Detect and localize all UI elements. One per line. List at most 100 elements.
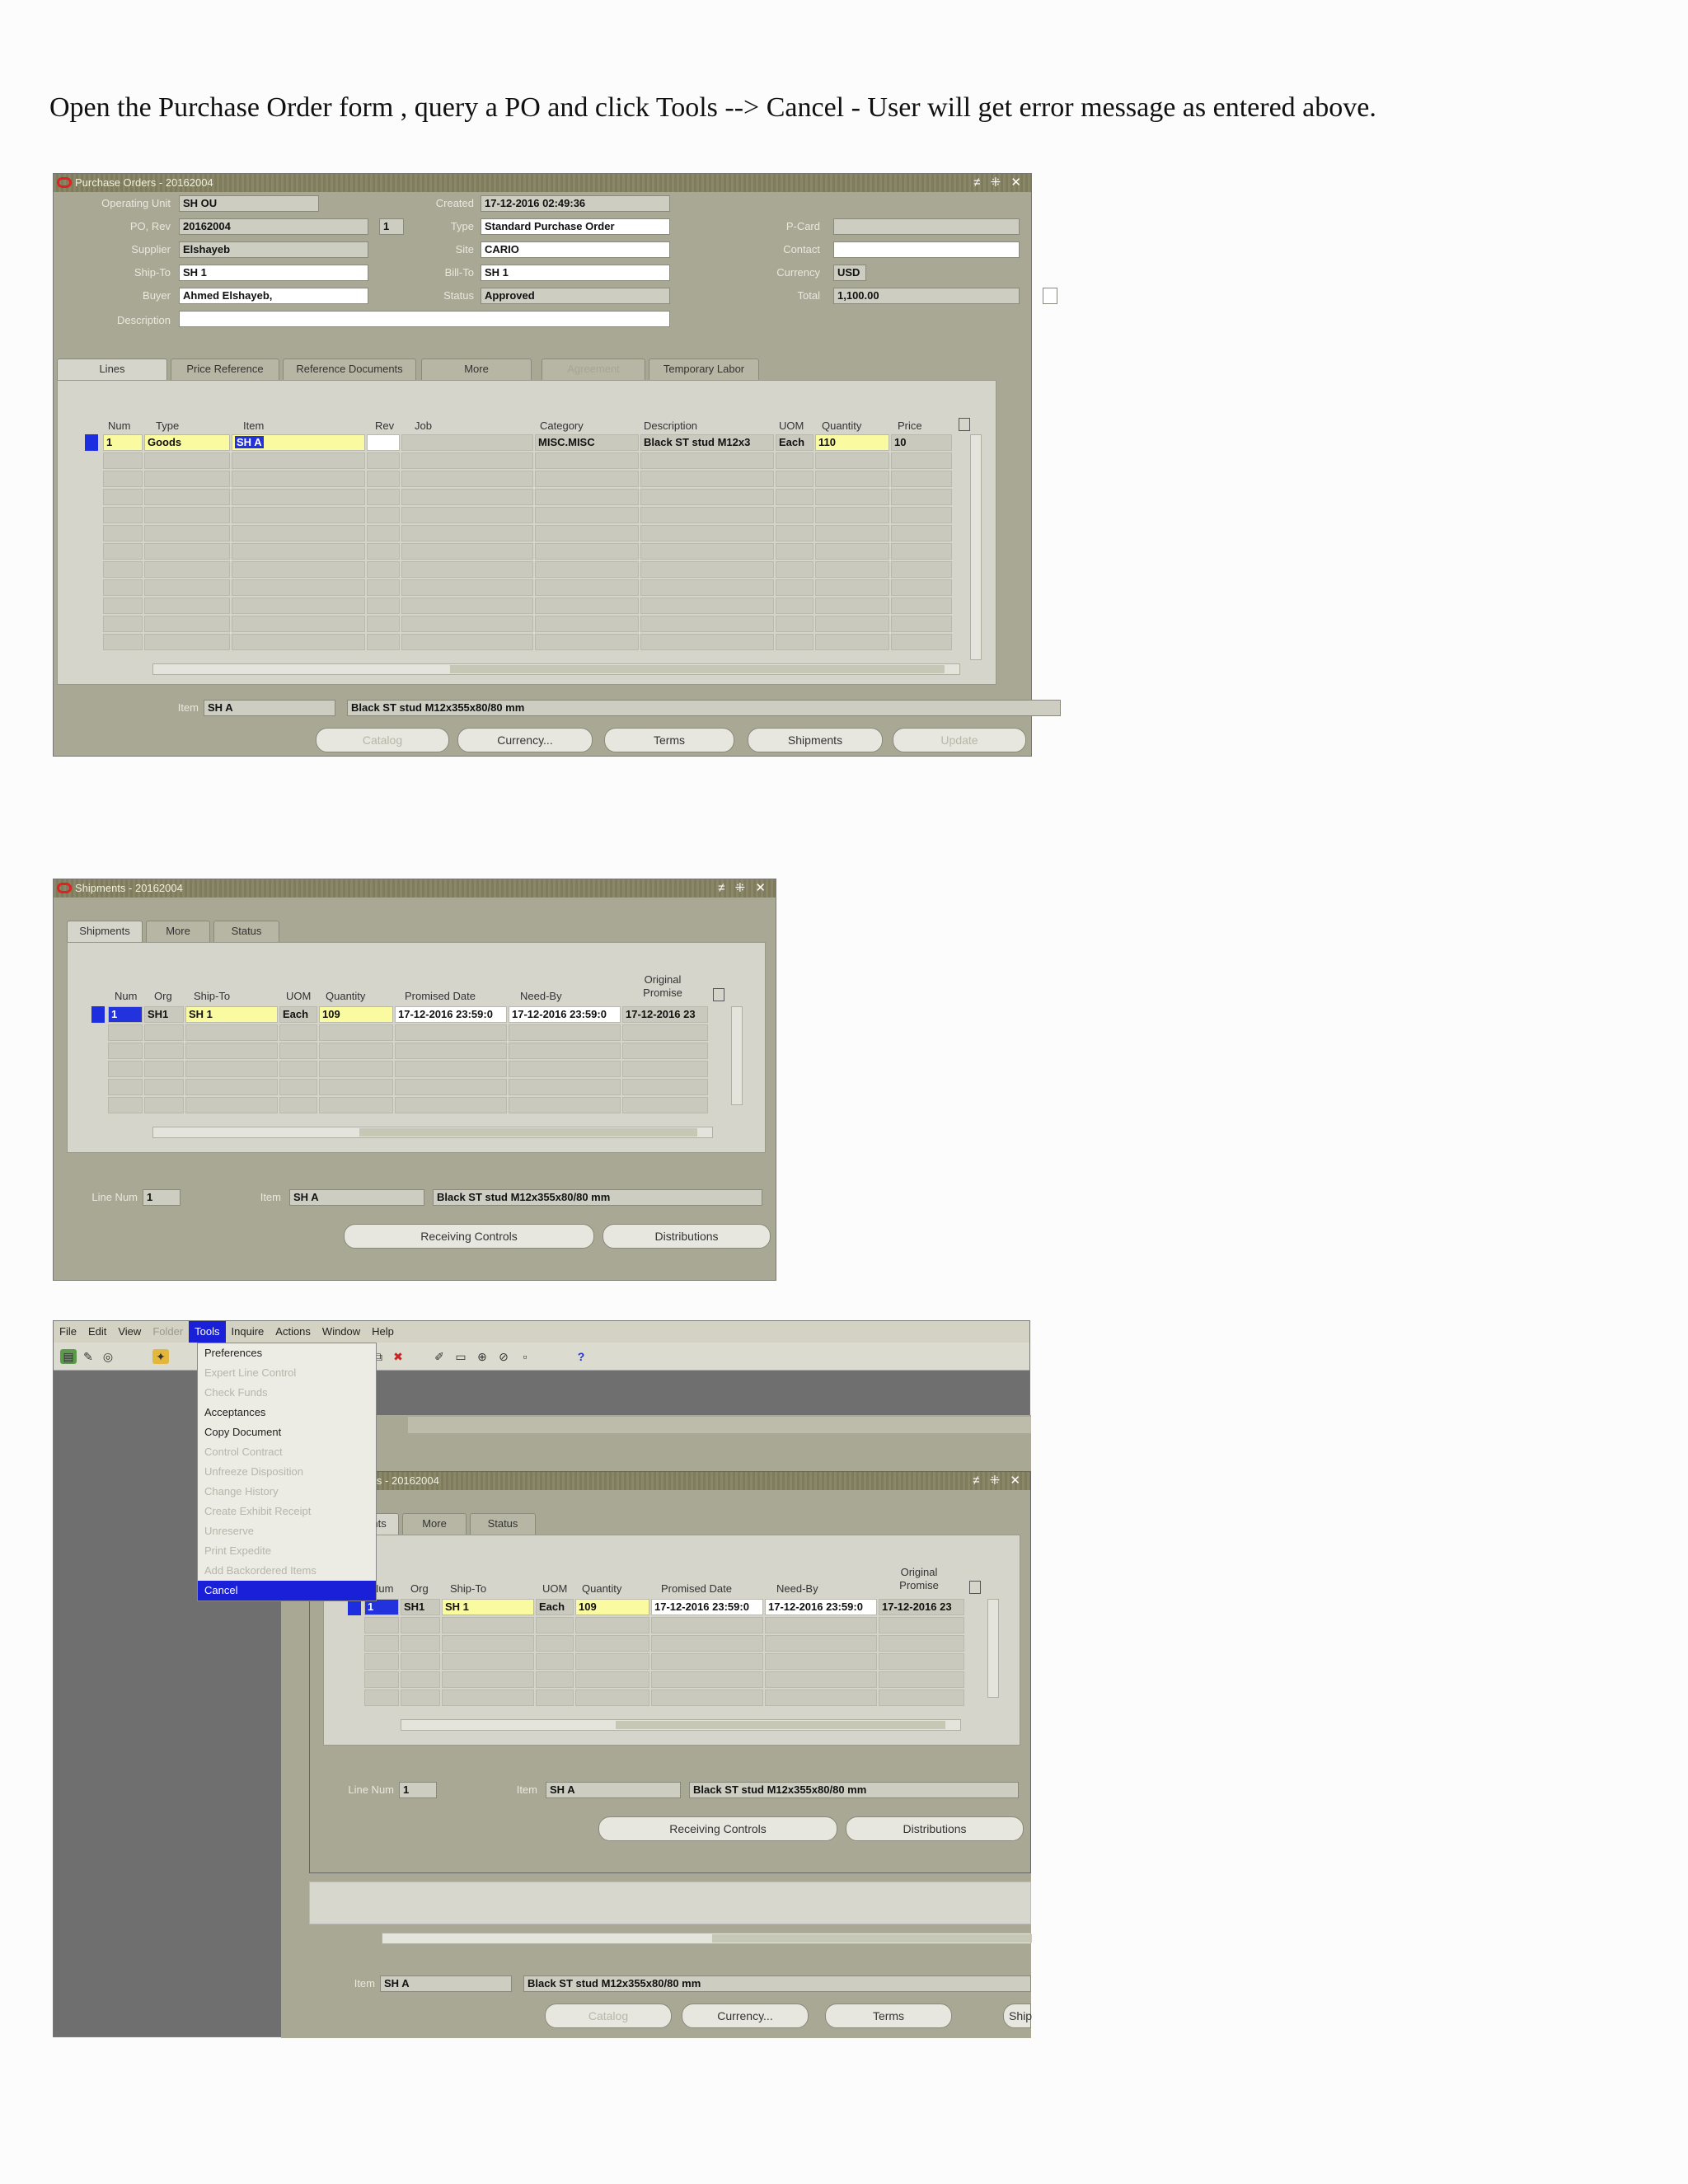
empty-grid-cell[interactable] xyxy=(651,1690,763,1706)
line-item-cell[interactable]: SH A xyxy=(232,434,365,451)
empty-grid-cell[interactable] xyxy=(765,1617,877,1633)
empty-grid-cell[interactable] xyxy=(879,1690,964,1706)
line-uom-cell[interactable]: Each xyxy=(776,434,814,451)
empty-grid-cell[interactable] xyxy=(401,1617,440,1633)
tools-menu-item-cancel[interactable]: Cancel xyxy=(198,1581,376,1601)
empty-grid-cell[interactable] xyxy=(640,543,774,560)
empty-grid-cell[interactable] xyxy=(103,598,143,614)
empty-grid-cell[interactable] xyxy=(144,616,230,632)
empty-grid-cell[interactable] xyxy=(401,471,533,487)
empty-grid-cell[interactable] xyxy=(401,598,533,614)
menu-inquire[interactable]: Inquire xyxy=(226,1321,270,1343)
empty-grid-cell[interactable] xyxy=(815,543,889,560)
empty-grid-cell[interactable] xyxy=(395,1079,507,1095)
shipment-num-cell[interactable]: 1 xyxy=(364,1599,399,1615)
empty-grid-cell[interactable] xyxy=(144,1043,184,1059)
empty-grid-cell[interactable] xyxy=(103,616,143,632)
line-job-cell[interactable] xyxy=(401,434,533,451)
description-field[interactable] xyxy=(179,311,670,327)
empty-grid-cell[interactable] xyxy=(442,1671,534,1688)
empty-grid-cell[interactable] xyxy=(535,525,639,541)
empty-grid-cell[interactable] xyxy=(891,471,952,487)
empty-grid-cell[interactable] xyxy=(815,616,889,632)
empty-grid-cell[interactable] xyxy=(103,489,143,505)
empty-grid-cell[interactable] xyxy=(815,507,889,523)
menu-file[interactable]: File xyxy=(54,1321,82,1343)
current-record-indicator[interactable] xyxy=(91,1006,105,1023)
empty-grid-cell[interactable] xyxy=(401,616,533,632)
empty-grid-cell[interactable] xyxy=(367,507,400,523)
folder-column-icon[interactable] xyxy=(713,988,724,1001)
shipment-need-by-cell[interactable]: 17-12-2016 23:59:0 xyxy=(509,1006,621,1023)
empty-grid-cell[interactable] xyxy=(108,1043,143,1059)
shipments-button[interactable]: Shipments xyxy=(748,728,883,752)
empty-grid-cell[interactable] xyxy=(891,561,952,578)
empty-grid-cell[interactable] xyxy=(622,1097,708,1113)
empty-grid-cell[interactable] xyxy=(776,507,814,523)
empty-grid-cell[interactable] xyxy=(367,489,400,505)
empty-grid-cell[interactable] xyxy=(401,452,533,469)
empty-grid-cell[interactable] xyxy=(575,1690,649,1706)
empty-grid-cell[interactable] xyxy=(879,1653,964,1670)
empty-grid-cell[interactable] xyxy=(891,543,952,560)
save-icon[interactable]: ◎ xyxy=(100,1349,116,1364)
menu-actions[interactable]: Actions xyxy=(270,1321,316,1343)
total-attachment-icon[interactable] xyxy=(1043,288,1057,304)
folder-column-icon[interactable] xyxy=(969,1581,981,1594)
lines-vertical-scrollbar[interactable] xyxy=(970,434,982,660)
supplier-field[interactable]: Elshayeb xyxy=(179,241,368,258)
empty-grid-cell[interactable] xyxy=(776,543,814,560)
empty-grid-cell[interactable] xyxy=(891,579,952,596)
empty-grid-cell[interactable] xyxy=(509,1024,621,1041)
shipment-ship-to-cell[interactable]: SH 1 xyxy=(185,1006,278,1023)
empty-grid-cell[interactable] xyxy=(103,634,143,650)
empty-grid-cell[interactable] xyxy=(535,507,639,523)
empty-grid-cell[interactable] xyxy=(232,634,365,650)
empty-grid-cell[interactable] xyxy=(395,1061,507,1077)
empty-grid-cell[interactable] xyxy=(536,1635,574,1652)
empty-grid-cell[interactable] xyxy=(319,1043,393,1059)
empty-grid-cell[interactable] xyxy=(891,616,952,632)
empty-grid-cell[interactable] xyxy=(575,1653,649,1670)
current-record-indicator[interactable] xyxy=(348,1599,361,1615)
empty-grid-cell[interactable] xyxy=(103,525,143,541)
window-controls-icon[interactable]: ≠ ⁜ ✕ xyxy=(973,1472,1024,1490)
fg-shipments-horizontal-scrollbar[interactable] xyxy=(401,1719,961,1731)
empty-grid-cell[interactable] xyxy=(401,1690,440,1706)
empty-grid-cell[interactable] xyxy=(364,1635,399,1652)
empty-grid-cell[interactable] xyxy=(279,1097,317,1113)
empty-grid-cell[interactable] xyxy=(575,1635,649,1652)
empty-grid-cell[interactable] xyxy=(395,1024,507,1041)
shipment-num-cell[interactable]: 1 xyxy=(108,1006,143,1023)
empty-grid-cell[interactable] xyxy=(185,1024,278,1041)
empty-grid-cell[interactable] xyxy=(232,471,365,487)
empty-grid-cell[interactable] xyxy=(367,471,400,487)
empty-grid-cell[interactable] xyxy=(622,1024,708,1041)
empty-grid-cell[interactable] xyxy=(108,1097,143,1113)
menu-tools[interactable]: Tools xyxy=(189,1321,226,1343)
empty-grid-cell[interactable] xyxy=(364,1617,399,1633)
line-type-cell[interactable]: Goods xyxy=(144,434,230,451)
shipment-org-cell[interactable]: SH1 xyxy=(144,1006,184,1023)
empty-grid-cell[interactable] xyxy=(367,579,400,596)
empty-grid-cell[interactable] xyxy=(144,598,230,614)
empty-grid-cell[interactable] xyxy=(535,543,639,560)
current-record-indicator[interactable] xyxy=(85,434,98,451)
revision-field[interactable]: 1 xyxy=(379,218,404,235)
operating-unit-field[interactable]: SH OU xyxy=(179,195,319,212)
bill-to-field[interactable]: SH 1 xyxy=(481,265,670,281)
empty-grid-cell[interactable] xyxy=(765,1653,877,1670)
empty-grid-cell[interactable] xyxy=(185,1043,278,1059)
zoom-icon[interactable]: ✦ xyxy=(152,1349,169,1364)
empty-grid-cell[interactable] xyxy=(144,634,230,650)
empty-grid-cell[interactable] xyxy=(144,507,230,523)
empty-grid-cell[interactable] xyxy=(535,561,639,578)
tab-more[interactable]: More xyxy=(146,921,210,942)
empty-grid-cell[interactable] xyxy=(776,634,814,650)
empty-grid-cell[interactable] xyxy=(879,1635,964,1652)
empty-grid-cell[interactable] xyxy=(622,1079,708,1095)
empty-grid-cell[interactable] xyxy=(765,1671,877,1688)
empty-grid-cell[interactable] xyxy=(185,1079,278,1095)
pcard-field[interactable] xyxy=(833,218,1020,235)
empty-grid-cell[interactable] xyxy=(395,1097,507,1113)
